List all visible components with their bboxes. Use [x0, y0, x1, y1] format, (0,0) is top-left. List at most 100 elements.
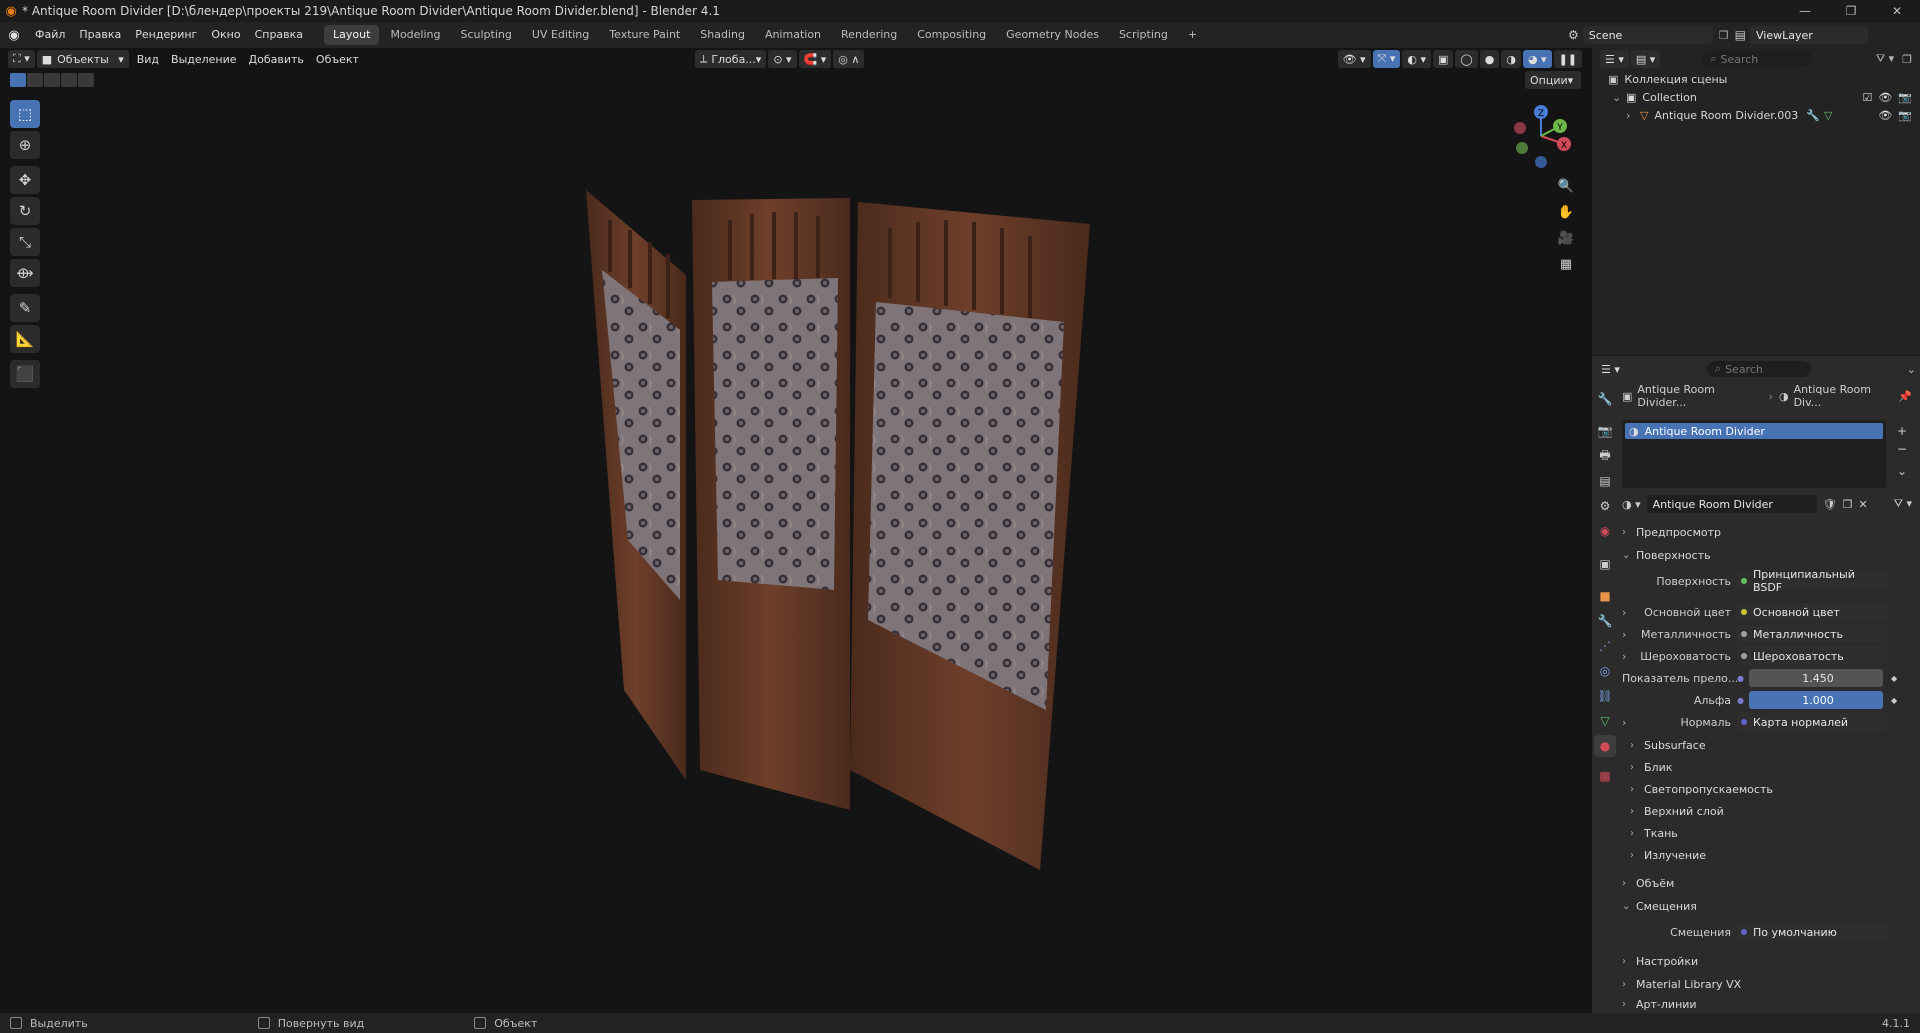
roughness-chevron-icon[interactable]: ›: [1622, 650, 1636, 663]
tab-animation[interactable]: Animation: [756, 25, 830, 45]
new-collection-icon[interactable]: ❐: [1902, 53, 1912, 66]
remove-slot-button[interactable]: −: [1894, 440, 1910, 458]
constraints-tab-icon[interactable]: ⛓: [1594, 685, 1616, 707]
solid-shading-icon[interactable]: ●: [1479, 50, 1500, 68]
menu-object[interactable]: Объект: [310, 53, 365, 66]
close-icon[interactable]: ✕: [1874, 0, 1920, 22]
particles-tab-icon[interactable]: ⋰: [1594, 635, 1616, 657]
physics-tab-icon[interactable]: ◎: [1594, 660, 1616, 682]
material-slot-item[interactable]: ◑ Antique Room Divider: [1625, 423, 1883, 439]
mesh-data-icon[interactable]: ▽: [1824, 109, 1832, 122]
select-new-icon[interactable]: [10, 73, 26, 87]
menu-window[interactable]: Окно: [204, 22, 247, 48]
normal-field[interactable]: Карта нормалей: [1737, 713, 1887, 731]
visibility-icon[interactable]: 👁 ▾: [1337, 50, 1371, 68]
object-tab-icon[interactable]: ■: [1594, 585, 1616, 607]
scene-tab-icon[interactable]: ⚙: [1594, 495, 1616, 517]
alpha-keyframe-icon[interactable]: ◆: [1891, 696, 1897, 705]
fake-user-shield-icon[interactable]: 🛡: [1823, 498, 1837, 511]
add-cube-tool-icon[interactable]: ⬛: [10, 360, 40, 388]
tool-tab-icon[interactable]: 🔧: [1594, 388, 1616, 410]
view-layer-tab-icon[interactable]: ▤: [1594, 470, 1616, 492]
transform-tool-icon[interactable]: ⟴: [10, 259, 40, 287]
tab-compositing[interactable]: Compositing: [908, 25, 995, 45]
collapse-chevron-icon[interactable]: ⌄: [1612, 91, 1626, 104]
gizmo-toggle-icon[interactable]: ⤧ ▾: [1372, 50, 1401, 68]
cursor-tool-icon[interactable]: ⊕: [10, 131, 40, 159]
properties-search-input[interactable]: ⌕ Search: [1706, 361, 1811, 377]
tab-rendering[interactable]: Rendering: [832, 25, 906, 45]
subsection-subsurface[interactable]: › Subsurface: [1630, 734, 1912, 756]
orientation-selector[interactable]: ⟂ Глоба... ▾: [694, 50, 767, 68]
slot-specials-chevron-icon[interactable]: ⌄: [1894, 462, 1910, 480]
material-tab-icon[interactable]: ●: [1594, 735, 1616, 757]
duplicate-material-icon[interactable]: ❐: [1843, 498, 1853, 511]
world-tab-icon[interactable]: ◉: [1594, 520, 1616, 542]
pivot-selector[interactable]: ⊙ ▾: [768, 50, 797, 68]
ior-field[interactable]: 1.450: [1749, 669, 1883, 687]
pin-icon[interactable]: 📌: [1898, 390, 1912, 403]
move-tool-icon[interactable]: ✥: [10, 166, 40, 194]
blender-menu-icon[interactable]: ◉: [0, 28, 28, 43]
mode-selector[interactable]: ■ Объекты ▾: [36, 50, 129, 68]
menu-add[interactable]: Добавить: [243, 53, 310, 66]
data-tab-icon[interactable]: ▽: [1594, 710, 1616, 732]
modifiers-tab-icon[interactable]: 🔧: [1594, 610, 1616, 632]
menu-file[interactable]: Файл: [28, 22, 72, 48]
node-filter-icon[interactable]: ⛛ ▾: [1894, 497, 1912, 511]
zoom-icon[interactable]: 🔍: [1555, 175, 1577, 197]
menu-select[interactable]: Выделение: [165, 53, 243, 66]
wireframe-shading-icon[interactable]: ◯: [1455, 50, 1478, 68]
base-color-field[interactable]: Основной цвет: [1737, 603, 1887, 621]
scale-tool-icon[interactable]: ⤡: [10, 228, 40, 256]
material-shading-icon[interactable]: ◑: [1501, 50, 1521, 68]
tab-sculpting[interactable]: Sculpting: [452, 25, 521, 45]
object-render-camera-icon[interactable]: 📷: [1898, 109, 1912, 122]
rendered-shading-icon[interactable]: ◕ ▾: [1522, 50, 1552, 68]
subsection-coat[interactable]: › Верхний слой: [1630, 800, 1912, 822]
render-tab-icon[interactable]: 📷: [1594, 420, 1616, 442]
tab-uv-editing[interactable]: UV Editing: [523, 25, 598, 45]
expand-chevron-icon[interactable]: ›: [1626, 109, 1640, 122]
base-color-chevron-icon[interactable]: ›: [1622, 606, 1636, 619]
outliner-search-input[interactable]: ⌕ Search: [1702, 51, 1813, 67]
material-name-field[interactable]: Antique Room Divider: [1646, 495, 1817, 513]
menu-edit[interactable]: Правка: [72, 22, 128, 48]
texture-tab-icon[interactable]: ▩: [1594, 765, 1616, 787]
alpha-field[interactable]: 1.000: [1749, 691, 1883, 709]
section-volume[interactable]: › Объём: [1622, 872, 1912, 894]
annotate-tool-icon[interactable]: ✎: [10, 294, 40, 322]
section-material-library[interactable]: › Material Library VX: [1622, 973, 1912, 995]
outliner-scene-collection[interactable]: ▣ Коллекция сцены: [1608, 70, 1912, 88]
exclude-checkbox-icon[interactable]: ☑: [1862, 91, 1872, 104]
properties-editor-type-icon[interactable]: ☰ ▾: [1596, 360, 1625, 378]
navigation-gizmo[interactable]: Z X Y: [1505, 102, 1577, 172]
tab-layout[interactable]: Layout: [324, 25, 380, 45]
metallic-field[interactable]: Металличность: [1737, 625, 1887, 643]
new-scene-icon[interactable]: ❐: [1719, 29, 1729, 42]
select-subtract-icon[interactable]: [44, 73, 60, 87]
editor-type-button[interactable]: ⛶ ▾: [8, 50, 35, 68]
proportional-edit-toggle[interactable]: ◎ ∧: [833, 50, 865, 68]
tab-texture-paint[interactable]: Texture Paint: [600, 25, 689, 45]
filter-icon[interactable]: ⛛ ▾: [1876, 52, 1894, 66]
pause-render-icon[interactable]: ❚❚: [1553, 50, 1582, 68]
add-slot-button[interactable]: +: [1894, 422, 1910, 440]
unlink-material-icon[interactable]: ✕: [1858, 498, 1867, 511]
select-intersect-icon[interactable]: [78, 73, 94, 87]
options-button[interactable]: Опции ▾: [1525, 71, 1581, 89]
tab-scripting[interactable]: Scripting: [1110, 25, 1177, 45]
output-tab-icon[interactable]: 🖶: [1594, 445, 1616, 467]
visibility-eye-icon[interactable]: 👁: [1878, 91, 1892, 104]
displacement-field[interactable]: По умолчанию: [1737, 923, 1887, 941]
snap-toggle[interactable]: 🧲 ▾: [798, 50, 832, 68]
xray-toggle-icon[interactable]: ▣: [1433, 50, 1454, 68]
select-invert-icon[interactable]: [61, 73, 77, 87]
measure-tool-icon[interactable]: 📐: [10, 325, 40, 353]
subsection-specular[interactable]: › Блик: [1630, 756, 1912, 778]
tab-modeling[interactable]: Modeling: [381, 25, 449, 45]
object-visibility-eye-icon[interactable]: 👁: [1878, 109, 1892, 122]
subsection-transmission[interactable]: › Светопропускаемость: [1630, 778, 1912, 800]
subsection-emission[interactable]: › Излучение: [1630, 844, 1912, 866]
section-surface[interactable]: ⌄ Поверхность: [1622, 544, 1912, 566]
